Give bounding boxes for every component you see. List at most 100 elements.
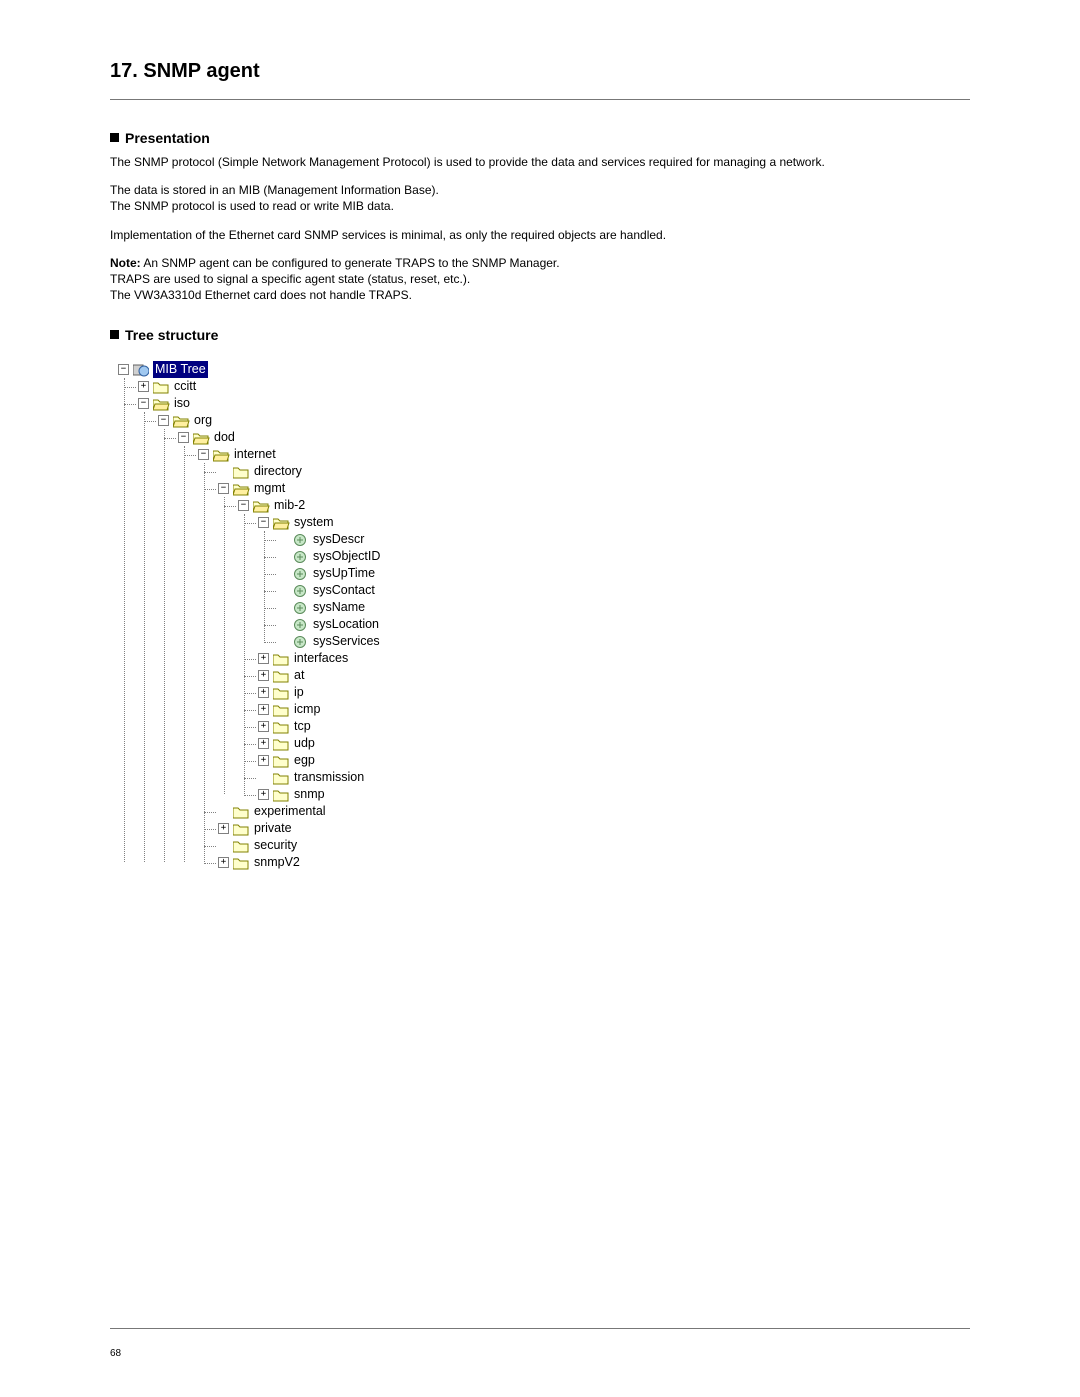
tree-node-ccitt[interactable]: + ccitt [138, 378, 970, 395]
tree-node-system[interactable]: − system sy [258, 514, 970, 650]
collapse-icon[interactable]: − [198, 449, 209, 460]
tree-node-udp[interactable]: + udp [258, 735, 970, 752]
tree-node-experimental[interactable]: experimental [218, 803, 970, 820]
tree-node-tcp[interactable]: + tcp [258, 718, 970, 735]
folder-open-icon [253, 500, 268, 512]
tree-node-private[interactable]: + private [218, 820, 970, 837]
leaf-icon [293, 567, 307, 581]
tree-node-mib2[interactable]: − mib-2 [238, 497, 970, 803]
section-heading-text: Tree structure [125, 327, 218, 343]
tree-label[interactable]: tcp [292, 718, 313, 735]
tree-label[interactable]: ip [292, 684, 306, 701]
tree-label[interactable]: dod [212, 429, 237, 446]
tree-node-root[interactable]: − MIB Tree + ccitt − [118, 361, 970, 871]
square-bullet-icon [110, 133, 119, 142]
note-line: TRAPS are used to signal a specific agen… [110, 272, 470, 286]
collapse-icon[interactable]: − [238, 500, 249, 511]
leaf-icon [293, 550, 307, 564]
tree-label[interactable]: experimental [252, 803, 328, 820]
collapse-icon[interactable]: − [158, 415, 169, 426]
tree-node-snmpv2[interactable]: + snmpV2 [218, 854, 970, 871]
tree-label[interactable]: mib-2 [272, 497, 307, 514]
tree-leaf[interactable]: sysDescr [278, 531, 970, 548]
tree-node-dod[interactable]: − dod − [178, 429, 970, 871]
tree-label[interactable]: ccitt [172, 378, 198, 395]
tree-leaf[interactable]: sysLocation [278, 616, 970, 633]
expand-icon[interactable]: + [258, 789, 269, 800]
expand-icon[interactable]: + [218, 823, 229, 834]
tree-label[interactable]: udp [292, 735, 317, 752]
folder-open-icon [273, 517, 288, 529]
tree-label[interactable]: sysUpTime [311, 565, 377, 582]
tree-label[interactable]: mgmt [252, 480, 287, 497]
collapse-icon[interactable]: − [258, 517, 269, 528]
tree-label[interactable]: sysLocation [311, 616, 381, 633]
tree-label[interactable]: sysDescr [311, 531, 366, 548]
note-line: The VW3A3310d Ethernet card does not han… [110, 288, 412, 302]
expand-icon[interactable]: + [258, 755, 269, 766]
folder-closed-icon [273, 755, 288, 767]
tree-node-directory[interactable]: directory [218, 463, 970, 480]
tree-node-mgmt[interactable]: − mgmt [218, 480, 970, 803]
folder-closed-icon [273, 772, 288, 784]
tree-label[interactable]: iso [172, 395, 192, 412]
expand-icon[interactable]: + [258, 704, 269, 715]
folder-open-icon [193, 432, 208, 444]
tree-node-org[interactable]: − org − dod [158, 412, 970, 871]
tree-node-egp[interactable]: + egp [258, 752, 970, 769]
tree-label[interactable]: transmission [292, 769, 366, 786]
folder-closed-icon [273, 670, 288, 682]
note-label: Note: [110, 256, 141, 270]
tree-label[interactable]: egp [292, 752, 317, 769]
collapse-icon[interactable]: − [138, 398, 149, 409]
expand-icon[interactable]: + [138, 381, 149, 392]
expand-icon[interactable]: + [258, 653, 269, 664]
collapse-icon[interactable]: − [178, 432, 189, 443]
tree-root-icon [133, 363, 149, 377]
tree-node-iso[interactable]: − iso − org [138, 395, 970, 871]
tree-label[interactable]: internet [232, 446, 278, 463]
tree-label[interactable]: snmp [292, 786, 327, 803]
folder-closed-icon [233, 806, 248, 818]
tree-node-at[interactable]: + at [258, 667, 970, 684]
paragraph-line: The SNMP protocol is used to read or wri… [110, 199, 394, 213]
tree-label[interactable]: at [292, 667, 306, 684]
collapse-icon[interactable]: − [218, 483, 229, 494]
tree-label[interactable]: sysContact [311, 582, 377, 599]
tree-leaf[interactable]: sysName [278, 599, 970, 616]
section-heading-text: Presentation [125, 130, 210, 146]
folder-closed-icon [273, 721, 288, 733]
tree-leaf[interactable]: sysContact [278, 582, 970, 599]
tree-label[interactable]: system [292, 514, 336, 531]
tree-node-snmp[interactable]: + snmp [258, 786, 970, 803]
tree-node-interfaces[interactable]: + interfaces [258, 650, 970, 667]
tree-label[interactable]: snmpV2 [252, 854, 302, 871]
leaf-icon [293, 635, 307, 649]
expand-icon[interactable]: + [258, 721, 269, 732]
tree-node-internet[interactable]: − internet [198, 446, 970, 871]
expand-icon[interactable]: + [258, 738, 269, 749]
tree-label[interactable]: org [192, 412, 214, 429]
tree-node-icmp[interactable]: + icmp [258, 701, 970, 718]
expand-icon[interactable]: + [258, 687, 269, 698]
tree-label[interactable]: private [252, 820, 294, 837]
tree-label[interactable]: MIB Tree [153, 361, 208, 378]
tree-node-transmission[interactable]: transmission [258, 769, 970, 786]
expand-icon[interactable]: + [258, 670, 269, 681]
tree-label[interactable]: sysName [311, 599, 367, 616]
tree-label[interactable]: interfaces [292, 650, 350, 667]
tree-label[interactable]: security [252, 837, 299, 854]
tree-leaf[interactable]: sysObjectID [278, 548, 970, 565]
tree-node-ip[interactable]: + ip [258, 684, 970, 701]
tree-label[interactable]: directory [252, 463, 304, 480]
tree-label[interactable]: sysServices [311, 633, 382, 650]
collapse-icon[interactable]: − [118, 364, 129, 375]
tree-node-security[interactable]: security [218, 837, 970, 854]
expand-icon[interactable]: + [218, 857, 229, 868]
mib-tree[interactable]: − MIB Tree + ccitt − [118, 361, 970, 871]
tree-label[interactable]: icmp [292, 701, 322, 718]
no-expander [218, 466, 229, 477]
tree-label[interactable]: sysObjectID [311, 548, 382, 565]
tree-leaf[interactable]: sysUpTime [278, 565, 970, 582]
tree-leaf[interactable]: sysServices [278, 633, 970, 650]
